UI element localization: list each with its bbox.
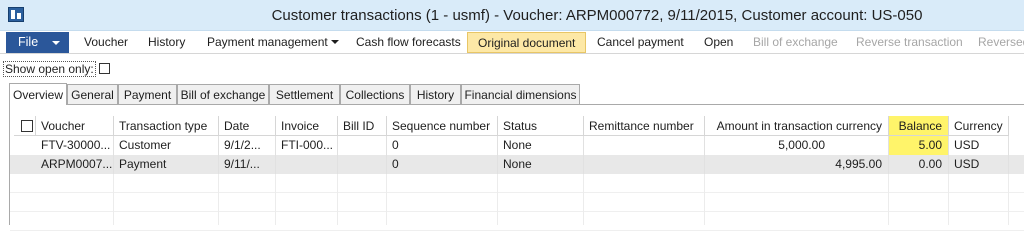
cell-balance[interactable]: 0.00 bbox=[889, 155, 949, 174]
cell-date[interactable]: 9/1/2... bbox=[219, 136, 276, 155]
column-header-invoice[interactable]: Invoice bbox=[276, 116, 338, 136]
column-header-currency[interactable]: Currency bbox=[949, 116, 1009, 136]
voucher-button[interactable]: Voucher bbox=[84, 35, 128, 49]
payment-management-label: Payment management bbox=[207, 35, 328, 49]
cell-remittance-number[interactable] bbox=[584, 155, 705, 174]
show-open-only-label: Show open only: bbox=[3, 61, 96, 77]
tab-general[interactable]: General bbox=[67, 84, 118, 105]
open-button[interactable]: Open bbox=[704, 35, 733, 49]
column-header-transaction-type[interactable]: Transaction type bbox=[114, 116, 219, 136]
original-document-button[interactable]: Original document bbox=[467, 32, 587, 53]
window-title: Customer transactions (1 - usmf) - Vouch… bbox=[271, 7, 923, 24]
cancel-payment-button[interactable]: Cancel payment bbox=[597, 35, 684, 49]
cell-amount[interactable]: 4,995.00 bbox=[705, 155, 889, 174]
show-open-only-filter: Show open only: bbox=[3, 61, 110, 77]
cell-amount[interactable]: 5,000.00 bbox=[705, 136, 889, 155]
empty-row bbox=[10, 193, 1024, 212]
title-bar: Customer transactions (1 - usmf) - Vouch… bbox=[0, 0, 1024, 31]
cell-transaction-type[interactable]: Customer bbox=[114, 136, 219, 155]
tab-payment[interactable]: Payment bbox=[118, 84, 177, 105]
cell-invoice[interactable]: FTI-000... bbox=[276, 136, 338, 155]
cell-date[interactable]: 9/11/... bbox=[219, 155, 276, 174]
tab-settlement[interactable]: Settlement bbox=[269, 84, 340, 105]
show-open-only-checkbox[interactable] bbox=[98, 63, 110, 74]
cash-flow-forecasts-button[interactable]: Cash flow forecasts bbox=[356, 35, 461, 49]
empty-row bbox=[10, 212, 1024, 231]
tab-financial-dimensions[interactable]: Financial dimensions bbox=[461, 84, 580, 105]
app-icon bbox=[8, 7, 24, 22]
cell-sequence-number[interactable]: 0 bbox=[387, 155, 498, 174]
cell-bill-id[interactable] bbox=[338, 155, 387, 174]
tab-history[interactable]: History bbox=[410, 84, 461, 105]
column-header-sequence-number[interactable]: Sequence number bbox=[387, 116, 498, 136]
cell-voucher[interactable]: FTV-30000... bbox=[36, 136, 114, 155]
cell-remittance-number[interactable] bbox=[584, 136, 705, 155]
cell-currency[interactable]: USD bbox=[949, 155, 1009, 174]
column-header-date[interactable]: Date bbox=[219, 116, 276, 136]
reverse-transaction-button: Reverse transaction bbox=[856, 35, 963, 49]
cell-transaction-type[interactable]: Payment bbox=[114, 155, 219, 174]
cell-balance[interactable]: 5.00 bbox=[889, 136, 949, 155]
history-button[interactable]: History bbox=[148, 35, 185, 49]
action-pane: File Voucher History Payment management … bbox=[0, 31, 1024, 54]
select-all-checkbox[interactable] bbox=[14, 116, 36, 136]
column-header-balance[interactable]: Balance bbox=[889, 116, 949, 136]
chevron-down-icon bbox=[52, 41, 60, 45]
tab-bill-of-exchange[interactable]: Bill of exchange bbox=[177, 84, 269, 105]
cell-voucher[interactable]: ARPM0007... bbox=[36, 155, 114, 174]
cell-bill-id[interactable] bbox=[338, 136, 387, 155]
column-header-remittance-number[interactable]: Remittance number bbox=[584, 116, 705, 136]
checkbox-icon bbox=[21, 120, 33, 132]
column-header-bill-id[interactable]: Bill ID bbox=[338, 116, 387, 136]
tab-collections[interactable]: Collections bbox=[340, 84, 410, 105]
column-header-amount[interactable]: Amount in transaction currency bbox=[705, 116, 889, 136]
bill-of-exchange-button: Bill of exchange bbox=[753, 35, 838, 49]
cell-status[interactable]: None bbox=[498, 155, 584, 174]
column-header-voucher[interactable]: Voucher bbox=[36, 116, 114, 136]
empty-row bbox=[10, 174, 1024, 193]
payment-management-button[interactable]: Payment management bbox=[207, 35, 339, 49]
file-button[interactable]: File bbox=[6, 32, 69, 53]
column-header-status[interactable]: Status bbox=[498, 116, 584, 136]
file-button-label: File bbox=[18, 35, 39, 49]
dropdown-arrow-icon bbox=[330, 40, 339, 44]
cell-sequence-number[interactable]: 0 bbox=[387, 136, 498, 155]
cell-invoice[interactable] bbox=[276, 155, 338, 174]
reversed-button: Reversed bbox=[978, 35, 1024, 49]
cell-currency[interactable]: USD bbox=[949, 136, 1009, 155]
cell-status[interactable]: None bbox=[498, 136, 584, 155]
tab-overview[interactable]: Overview bbox=[9, 83, 67, 105]
